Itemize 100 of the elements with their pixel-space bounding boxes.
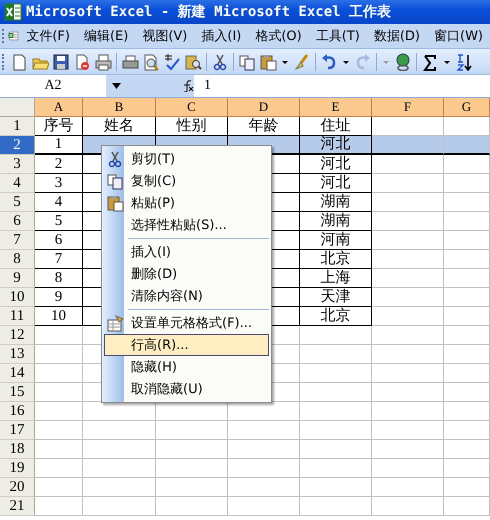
table-cell [444, 231, 490, 250]
table-cell: 10 [35, 307, 83, 326]
row-header[interactable]: 3 [0, 155, 35, 174]
column-header[interactable]: A [35, 98, 83, 117]
column-header[interactable]: F [372, 98, 444, 117]
table-cell [300, 326, 372, 345]
menu-item[interactable]: 编辑(E) [76, 25, 136, 47]
table-cell [444, 155, 490, 174]
table-cell [372, 402, 444, 421]
row-header[interactable]: 12 [0, 326, 35, 345]
row-header[interactable]: 5 [0, 193, 35, 212]
print-preview-icon[interactable] [142, 52, 160, 70]
table-cell [228, 440, 300, 459]
menu-item[interactable]: 设置单元格格式(F)... [104, 312, 269, 334]
row-header[interactable]: 14 [0, 364, 35, 383]
menu-item[interactable]: 插入(I) [194, 25, 248, 47]
menu-item[interactable]: 清除内容(N) [104, 285, 269, 307]
sigma-icon[interactable] [421, 52, 439, 70]
column-header[interactable]: G [444, 98, 490, 117]
row-header[interactable]: 8 [0, 250, 35, 269]
row-header[interactable]: 1 [0, 117, 35, 136]
scissors-icon[interactable] [211, 52, 229, 70]
table-cell [300, 478, 372, 497]
printer-icon[interactable] [94, 52, 112, 70]
row-header[interactable]: 15 [0, 383, 35, 402]
row-header[interactable]: 13 [0, 345, 35, 364]
row-header[interactable]: 6 [0, 212, 35, 231]
table-cell [444, 193, 490, 212]
table-cell [300, 383, 372, 402]
menu-item[interactable]: 隐藏(H) [104, 356, 269, 378]
menu-item[interactable]: 格式(O) [248, 25, 309, 47]
table-cell [35, 478, 83, 497]
table-cell [444, 174, 490, 193]
menu-item[interactable]: 选择性粘贴(S)... [104, 214, 269, 236]
column-header[interactable]: D [228, 98, 300, 117]
function-icon[interactable] [182, 80, 194, 92]
row-header[interactable]: 9 [0, 269, 35, 288]
row-header[interactable]: 4 [0, 174, 35, 193]
table-cell [156, 459, 228, 478]
menu-item[interactable]: 文件(F) [19, 25, 77, 47]
table-cell: 4 [35, 193, 83, 212]
paintbrush-icon[interactable] [293, 52, 311, 70]
menu-item[interactable]: 剪切(T) [104, 148, 269, 170]
menu-item[interactable]: 行高(R)... [104, 334, 269, 356]
table-cell [372, 250, 444, 269]
menu-item[interactable]: 取消隐藏(U) [104, 378, 269, 400]
name-box[interactable]: A2 [0, 75, 106, 97]
menu-item[interactable]: 粘贴(P) [104, 192, 269, 214]
table-cell: 8 [35, 269, 83, 288]
menu-item[interactable]: 插入(I) [104, 241, 269, 263]
row-header[interactable]: 19 [0, 459, 35, 478]
table-cell [372, 421, 444, 440]
table-cell [300, 459, 372, 478]
table-cell [372, 364, 444, 383]
row-header[interactable]: 16 [0, 402, 35, 421]
table-cell [372, 288, 444, 307]
table-cell [372, 269, 444, 288]
table-cell [372, 136, 444, 155]
column-header[interactable]: C [156, 98, 228, 117]
column-header[interactable]: B [83, 98, 156, 117]
dropdown-caret-icon[interactable] [112, 83, 121, 89]
menu-item[interactable]: 数据(D) [366, 25, 427, 47]
printer-icon[interactable] [121, 52, 139, 70]
table-cell: 天津 [300, 288, 372, 307]
table-cell [300, 402, 372, 421]
table-cell [156, 497, 228, 516]
table-cell: 河北 [300, 136, 372, 155]
menu-item[interactable]: 删除(D) [104, 263, 269, 285]
save-icon[interactable] [52, 52, 70, 70]
menu-item[interactable]: 窗口(W) [427, 25, 490, 47]
row-header[interactable]: 17 [0, 421, 35, 440]
row-header[interactable]: 20 [0, 478, 35, 497]
table-cell [444, 212, 490, 231]
table-cell [156, 421, 228, 440]
row-header[interactable]: 11 [0, 307, 35, 326]
row-header[interactable]: 7 [0, 231, 35, 250]
table-cell: 北京 [300, 250, 372, 269]
row-header[interactable]: 10 [0, 288, 35, 307]
table-cell [228, 478, 300, 497]
paste-icon[interactable] [259, 52, 277, 70]
table-cell [444, 478, 490, 497]
row-header[interactable]: 18 [0, 440, 35, 459]
row-header[interactable]: 2 [0, 136, 35, 155]
menu-item[interactable]: 复制(C) [104, 170, 269, 192]
table-cell: 6 [35, 231, 83, 250]
copy-icon[interactable] [238, 52, 256, 70]
formula-input-field[interactable]: 1 [194, 75, 490, 97]
menu-item[interactable]: 视图(V) [135, 25, 194, 47]
copy-icon [107, 173, 124, 190]
globe-link-icon[interactable] [394, 52, 412, 70]
book-magnifier-icon[interactable] [184, 52, 202, 70]
column-header[interactable]: E [300, 98, 372, 117]
row-header[interactable]: 21 [0, 497, 35, 516]
menu-item[interactable]: 工具(T) [308, 25, 367, 47]
spelling-check-icon[interactable] [163, 52, 181, 70]
sort-ascending-icon[interactable] [455, 52, 473, 70]
table-cell [444, 250, 490, 269]
undo-arrow-icon[interactable] [320, 52, 338, 70]
table-cell [444, 364, 490, 383]
table-cell [372, 174, 444, 193]
